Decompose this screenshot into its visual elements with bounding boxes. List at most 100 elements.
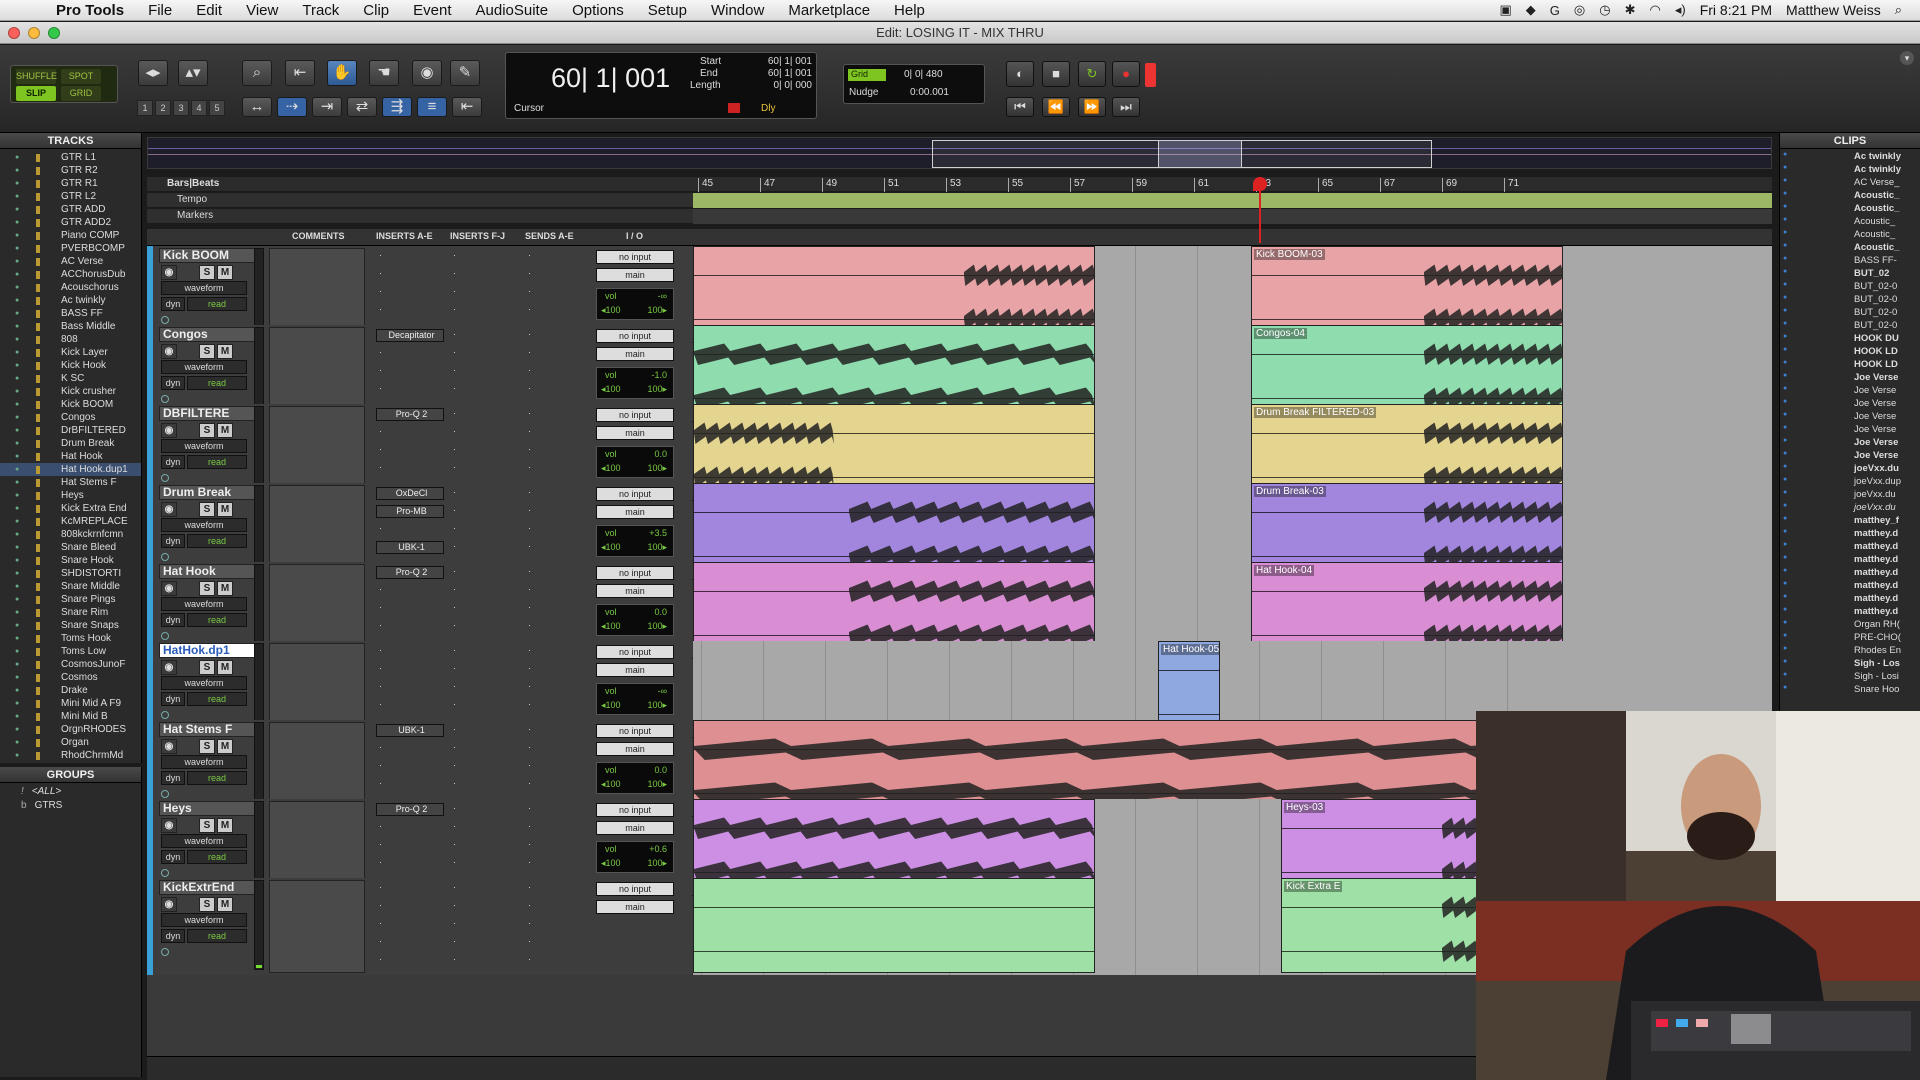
clip-list-item[interactable]: AC Verse_: [1780, 177, 1920, 190]
record-mode-icon[interactable]: [1145, 63, 1156, 87]
pan-right-value[interactable]: 100▸: [647, 384, 667, 395]
clip-list-item[interactable]: joeVxx.du: [1780, 502, 1920, 515]
stop-button-icon[interactable]: ■: [1042, 61, 1070, 87]
insert-slot-f-j[interactable]: ·: [450, 620, 518, 633]
pan-right-value[interactable]: 100▸: [647, 621, 667, 632]
insert-slot-f-j[interactable]: ·: [450, 760, 518, 773]
track-name[interactable]: Hat Stems F: [159, 722, 257, 737]
record-enable-icon[interactable]: ◉: [161, 818, 177, 833]
insert-slot[interactable]: UBK-1: [376, 724, 444, 737]
insert-slot[interactable]: UBK-1: [376, 541, 444, 554]
insert-slot[interactable]: ·: [376, 699, 444, 712]
group-gtrs[interactable]: b GTRS: [0, 800, 141, 814]
insert-slot[interactable]: ·: [376, 268, 444, 281]
go-to-end-icon[interactable]: ⏭: [1112, 97, 1140, 117]
audio-clip[interactable]: [693, 878, 1095, 973]
track-list-item[interactable]: Acouschorus: [0, 281, 141, 294]
volume-value[interactable]: +3.5: [649, 528, 667, 538]
track-list-item[interactable]: Snare Rim: [0, 606, 141, 619]
track-list-item[interactable]: AC Verse: [0, 255, 141, 268]
insert-slot-f-j[interactable]: ·: [450, 304, 518, 317]
online-icon[interactable]: ◐: [1006, 61, 1034, 87]
nudge-value[interactable]: 0:00.001: [910, 87, 949, 98]
insert-slot-f-j[interactable]: ·: [450, 803, 518, 816]
markers-ruler[interactable]: Markers: [147, 209, 1772, 224]
output-selector[interactable]: main: [596, 584, 674, 598]
timebase-icon[interactable]: [161, 395, 169, 403]
return-to-zero-icon[interactable]: ⏮: [1006, 97, 1034, 117]
send-slot[interactable]: ·: [525, 365, 593, 378]
bars-beats-ruler[interactable]: Bars|Beats 4547495153555759616365676971: [147, 177, 1772, 192]
automation-mode-selector[interactable]: read: [187, 534, 247, 548]
track-list-item[interactable]: Kick Hook: [0, 359, 141, 372]
mirror-midi-icon[interactable]: ⇄: [347, 97, 377, 117]
volume-value[interactable]: -∞: [658, 291, 667, 301]
volume-pan-display[interactable]: vol 0.0 ◂100 100▸: [596, 762, 674, 794]
dyn-playlist-button[interactable]: dyn: [161, 850, 185, 864]
clip-list-item[interactable]: joeVxx.du: [1780, 463, 1920, 476]
clip-list-item[interactable]: Joe Verse: [1780, 398, 1920, 411]
menu-clip[interactable]: Clip: [351, 2, 401, 19]
zoom-preset-5[interactable]: 5: [209, 100, 225, 116]
track-list-item[interactable]: Ac twinkly: [0, 294, 141, 307]
track-view-selector[interactable]: waveform: [161, 755, 247, 769]
time-machine-icon[interactable]: ◷: [1599, 2, 1610, 18]
timebase-icon[interactable]: [161, 632, 169, 640]
insert-slot[interactable]: Pro-Q 2: [376, 566, 444, 579]
volume-pan-display[interactable]: vol 0.0 ◂100 100▸: [596, 446, 674, 478]
link-timeline-icon[interactable]: ↔: [242, 97, 272, 117]
menu-user[interactable]: Matthew Weiss: [1786, 2, 1881, 18]
input-selector[interactable]: no input: [596, 566, 674, 580]
insert-slot-f-j[interactable]: ·: [450, 602, 518, 615]
menu-file[interactable]: File: [136, 2, 184, 19]
groups-list-title[interactable]: GROUPS: [0, 767, 141, 783]
track-list-item[interactable]: Snare Bleed: [0, 541, 141, 554]
dyn-playlist-button[interactable]: dyn: [161, 376, 185, 390]
shuffle-mode-button[interactable]: SHUFFLE: [16, 69, 57, 84]
track-view-selector[interactable]: waveform: [161, 281, 247, 295]
pan-right-value[interactable]: 100▸: [647, 700, 667, 711]
record-enable-icon[interactable]: ◉: [161, 344, 177, 359]
send-slot[interactable]: ·: [525, 857, 593, 870]
automation-mode-selector[interactable]: read: [187, 455, 247, 469]
clip-list-item[interactable]: Acoustic_: [1780, 229, 1920, 242]
track-list-item[interactable]: K SC: [0, 372, 141, 385]
track-color-strip[interactable]: [147, 878, 153, 975]
output-selector[interactable]: main: [596, 742, 674, 756]
inserts-a-e-header[interactable]: INSERTS A-E: [376, 231, 433, 241]
insert-slot[interactable]: ·: [376, 760, 444, 773]
input-selector[interactable]: no input: [596, 329, 674, 343]
pan-left-value[interactable]: ◂100: [601, 700, 621, 711]
track-list-item[interactable]: GTR L1: [0, 151, 141, 164]
send-slot[interactable]: ·: [525, 936, 593, 949]
insert-slot[interactable]: ·: [376, 645, 444, 658]
send-slot[interactable]: ·: [525, 286, 593, 299]
insert-slot-f-j[interactable]: ·: [450, 663, 518, 676]
insert-slot[interactable]: ·: [376, 900, 444, 913]
markers-lane[interactable]: [693, 209, 1772, 224]
insert-slot-f-j[interactable]: ·: [450, 383, 518, 396]
track-list-item[interactable]: GTR L2: [0, 190, 141, 203]
insert-slot-f-j[interactable]: ·: [450, 778, 518, 791]
insert-slot[interactable]: Pro-MB: [376, 505, 444, 518]
insert-slot-f-j[interactable]: ·: [450, 426, 518, 439]
track-list-item[interactable]: GTR ADD: [0, 203, 141, 216]
automation-mode-selector[interactable]: read: [187, 376, 247, 390]
send-slot[interactable]: ·: [525, 724, 593, 737]
insert-slot-f-j[interactable]: ·: [450, 408, 518, 421]
track-list-item[interactable]: Drake: [0, 684, 141, 697]
insert-slot[interactable]: ·: [376, 347, 444, 360]
insert-slot-f-j[interactable]: ·: [450, 724, 518, 737]
send-slot[interactable]: ·: [525, 505, 593, 518]
insert-slot-f-j[interactable]: ·: [450, 699, 518, 712]
pan-left-value[interactable]: ◂100: [601, 384, 621, 395]
record-enable-icon[interactable]: ◉: [161, 581, 177, 596]
rewind-icon[interactable]: ⏪: [1042, 97, 1070, 117]
track-list-item[interactable]: Snare Hook: [0, 554, 141, 567]
clip-list-item[interactable]: HOOK LD: [1780, 346, 1920, 359]
timebase-icon[interactable]: [161, 316, 169, 324]
zoom-in-icon[interactable]: ▴▾: [178, 60, 208, 86]
output-selector[interactable]: main: [596, 505, 674, 519]
track-list-item[interactable]: CosmosJunoF: [0, 658, 141, 671]
menu-help[interactable]: Help: [882, 2, 937, 19]
